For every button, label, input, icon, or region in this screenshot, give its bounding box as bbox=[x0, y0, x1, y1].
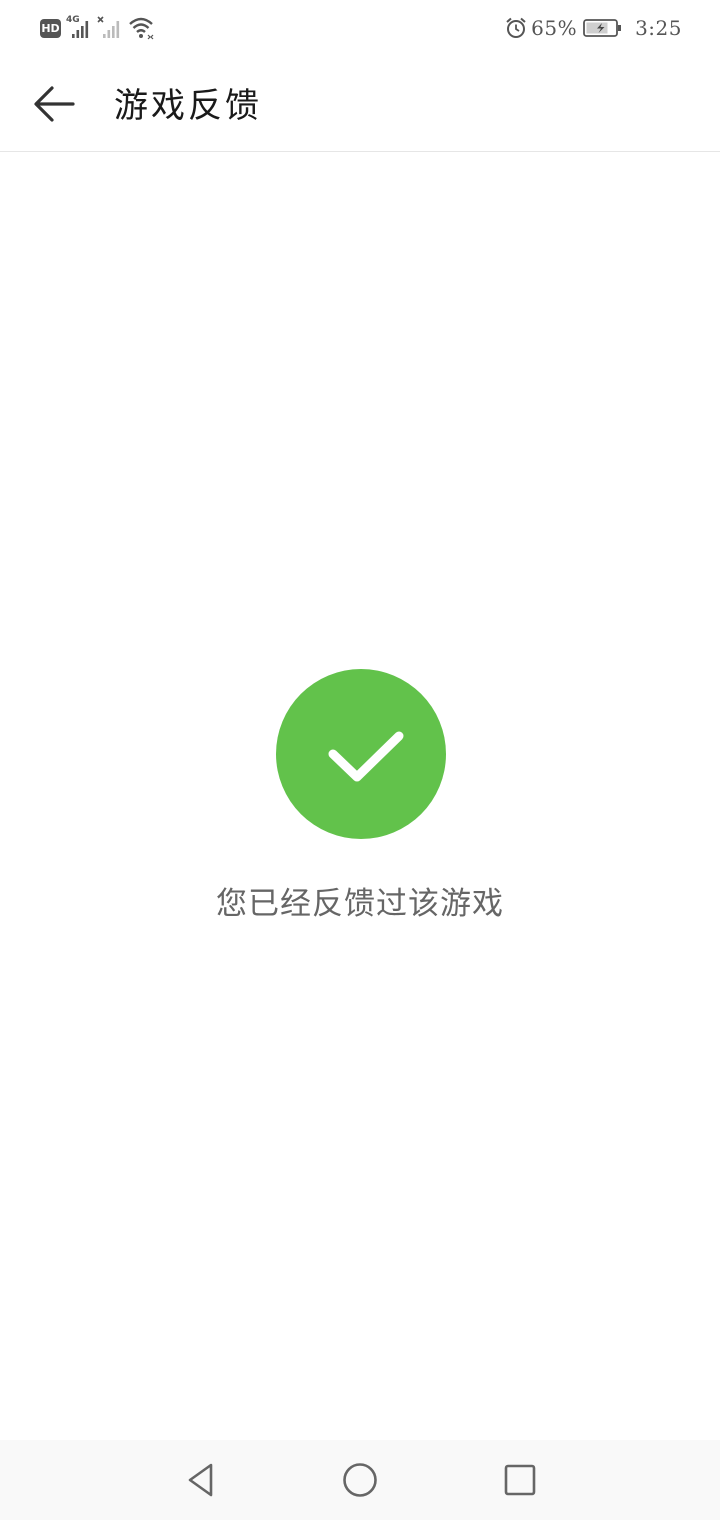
page-title: 游戏反馈 bbox=[114, 86, 262, 126]
success-badge bbox=[276, 669, 446, 839]
screen: HD 4G 65% 3:25 游戏反馈 您已经反馈过该游戏 bbox=[0, 0, 720, 1520]
check-icon bbox=[276, 669, 446, 839]
status-right: 65% 3:25 bbox=[504, 14, 682, 42]
status-bar: HD 4G 65% 3:25 bbox=[0, 0, 720, 56]
back-button[interactable] bbox=[26, 76, 82, 132]
nav-home-button[interactable] bbox=[336, 1456, 384, 1504]
clock-time: 3:25 bbox=[635, 16, 682, 40]
arrow-left-icon bbox=[34, 86, 75, 122]
alarm-icon bbox=[506, 17, 526, 38]
feedback-done-message: 您已经反馈过该游戏 bbox=[216, 886, 504, 922]
back-triangle-icon bbox=[188, 1463, 213, 1497]
recents-square-icon bbox=[504, 1464, 536, 1496]
battery-percent: 65% bbox=[531, 16, 578, 40]
signal-no-sim-icon bbox=[97, 15, 123, 41]
app-bar: 游戏反馈 bbox=[0, 56, 720, 152]
nav-recents-button[interactable] bbox=[496, 1456, 544, 1504]
status-left: HD 4G bbox=[40, 14, 156, 42]
wifi-icon bbox=[128, 15, 156, 41]
battery-charging-icon bbox=[583, 19, 622, 37]
navigation-bar bbox=[0, 1440, 720, 1520]
hd-icon: HD bbox=[40, 18, 61, 38]
signal-4g-icon: 4G bbox=[66, 15, 92, 41]
home-circle-icon bbox=[343, 1463, 377, 1497]
nav-back-button[interactable] bbox=[176, 1456, 224, 1504]
